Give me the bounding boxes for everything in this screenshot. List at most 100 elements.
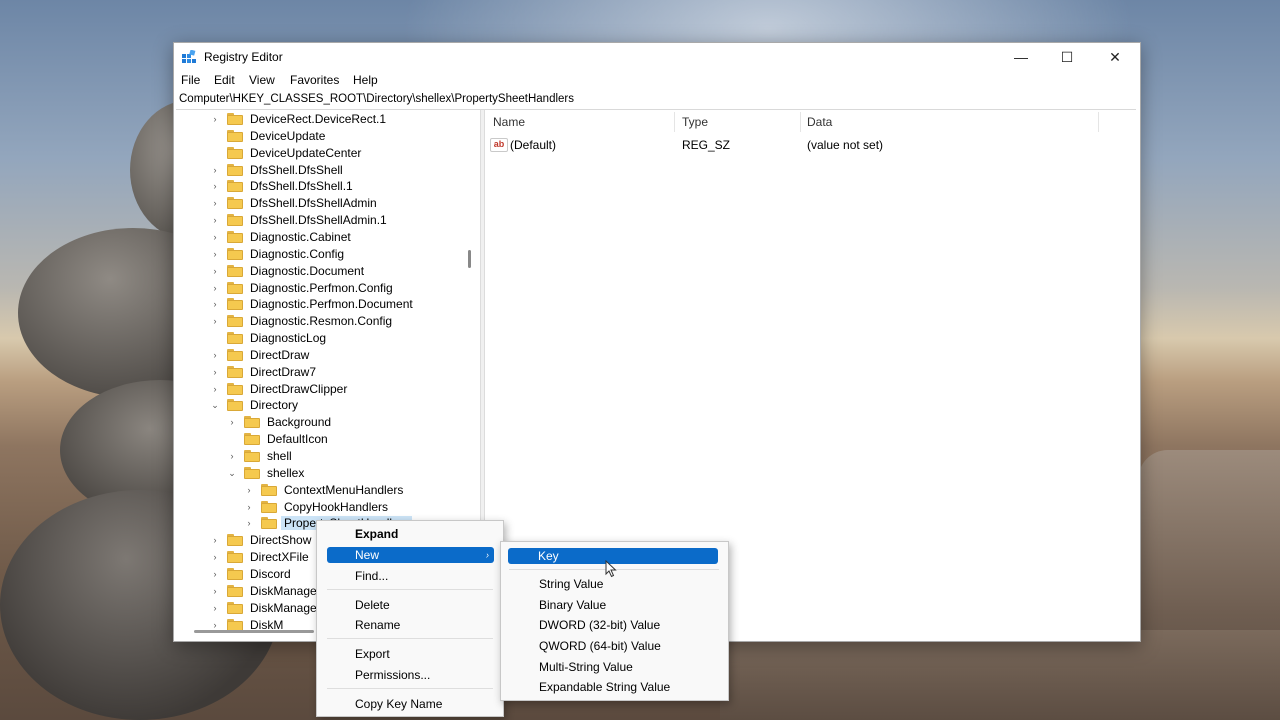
close-button[interactable]: ✕ <box>1092 43 1138 71</box>
tree-item[interactable]: › DirectDraw7 <box>174 364 474 381</box>
chevron-right-icon[interactable]: › <box>210 350 220 360</box>
chevron-right-icon[interactable]: › <box>244 485 254 495</box>
column-header-type[interactable]: Type <box>682 115 708 129</box>
tree-item[interactable]: › DeviceRect.DeviceRect.1 <box>174 111 474 128</box>
address-bar[interactable]: Computer\HKEY_CLASSES_ROOT\Directory\she… <box>176 92 1136 110</box>
chevron-right-icon[interactable]: › <box>210 535 220 545</box>
tree-item[interactable]: DiagnosticLog <box>174 330 474 347</box>
menu-help[interactable]: Help <box>353 73 378 87</box>
tree-item[interactable]: › Background <box>174 414 474 431</box>
column-divider[interactable] <box>674 112 675 132</box>
folder-icon <box>227 601 243 614</box>
folder-icon <box>227 399 243 412</box>
menu-file[interactable]: File <box>181 73 200 87</box>
chevron-right-icon[interactable]: › <box>210 586 220 596</box>
folder-icon <box>227 567 243 580</box>
menu-item-export[interactable]: Export <box>317 646 503 662</box>
tree-item[interactable]: DeviceUpdateCenter <box>174 145 474 162</box>
tree-item[interactable]: › Diagnostic.Perfmon.Document <box>174 296 474 313</box>
tree-item[interactable]: › DirectDraw <box>174 347 474 364</box>
chevron-right-icon[interactable]: › <box>210 215 220 225</box>
chevron-right-icon[interactable]: › <box>210 232 220 242</box>
tree-item[interactable]: › DfsShell.DfsShellAdmin.1 <box>174 212 474 229</box>
tree-item[interactable]: › Diagnostic.Cabinet <box>174 229 474 246</box>
menu-view[interactable]: View <box>249 73 275 87</box>
chevron-right-icon[interactable]: › <box>210 384 220 394</box>
folder-icon <box>227 382 243 395</box>
menu-item-delete[interactable]: Delete <box>317 597 503 613</box>
value-row-default[interactable]: ab (Default) REG_SZ (value not set) <box>486 136 1126 154</box>
tree-horizontal-scrollbar[interactable] <box>194 630 314 633</box>
folder-icon <box>227 163 243 176</box>
chevron-right-icon[interactable]: › <box>210 283 220 293</box>
folder-icon <box>227 298 243 311</box>
tree-item[interactable]: ⌄ Directory <box>174 397 474 414</box>
tree-item[interactable]: › Diagnostic.Config <box>174 246 474 263</box>
folder-icon <box>227 197 243 210</box>
submenu-item-expandable-string-value[interactable]: Expandable String Value <box>501 679 728 695</box>
registry-editor-icon <box>182 50 196 63</box>
context-menu: Expand New › Find... Delete Rename Export… <box>316 520 504 717</box>
submenu-item-binary-value[interactable]: Binary Value <box>501 597 728 613</box>
chevron-right-icon[interactable]: › <box>210 552 220 562</box>
submenu-item-multi-string-value[interactable]: Multi-String Value <box>501 659 728 675</box>
chevron-right-icon[interactable]: › <box>227 451 237 461</box>
chevron-right-icon[interactable]: › <box>210 569 220 579</box>
chevron-right-icon[interactable]: › <box>210 165 220 175</box>
tree-item[interactable]: ⌄ shellex <box>174 465 474 482</box>
tree-item[interactable]: › DfsShell.DfsShell.1 <box>174 178 474 195</box>
chevron-down-icon[interactable]: ⌄ <box>227 468 237 478</box>
tree-item[interactable]: › ContextMenuHandlers <box>174 482 474 499</box>
chevron-right-icon[interactable]: › <box>210 249 220 259</box>
chevron-right-icon[interactable]: › <box>210 367 220 377</box>
folder-icon <box>261 500 277 513</box>
tree-item[interactable]: › Diagnostic.Document <box>174 263 474 280</box>
chevron-right-icon[interactable]: › <box>244 502 254 512</box>
submenu-item-dword-value[interactable]: DWORD (32-bit) Value <box>501 617 728 633</box>
tree-vertical-scrollbar[interactable] <box>468 250 471 268</box>
chevron-right-icon[interactable]: › <box>210 181 220 191</box>
menu-item-rename[interactable]: Rename <box>317 617 503 633</box>
chevron-right-icon[interactable]: › <box>210 266 220 276</box>
tree-item-label: DirectShow <box>250 533 312 548</box>
column-header-name[interactable]: Name <box>493 115 525 129</box>
tree-item[interactable]: › CopyHookHandlers <box>174 499 474 516</box>
chevron-down-icon[interactable]: ⌄ <box>210 400 220 410</box>
menu-item-expand[interactable]: Expand <box>317 526 503 542</box>
chevron-right-icon[interactable]: › <box>210 198 220 208</box>
tree-item[interactable]: › DirectDrawClipper <box>174 381 474 398</box>
tree-item-label: DiagnosticLog <box>250 331 327 346</box>
menu-item-label: QWORD (64-bit) Value <box>539 639 661 653</box>
tree-item[interactable]: › Diagnostic.Perfmon.Config <box>174 280 474 297</box>
tree-item[interactable]: › DfsShell.DfsShellAdmin <box>174 195 474 212</box>
chevron-right-icon[interactable]: › <box>210 114 220 124</box>
tree-item[interactable]: › DfsShell.DfsShell <box>174 162 474 179</box>
menu-item-new[interactable]: New › <box>327 547 494 563</box>
chevron-right-icon[interactable]: › <box>210 299 220 309</box>
menu-item-copy-key-name[interactable]: Copy Key Name <box>317 696 503 712</box>
tree-item[interactable]: › shell <box>174 448 474 465</box>
folder-icon <box>227 146 243 159</box>
tree-item[interactable]: DefaultIcon <box>174 431 474 448</box>
chevron-right-icon[interactable]: › <box>210 316 220 326</box>
address-path: Computer\HKEY_CLASSES_ROOT\Directory\she… <box>179 93 574 105</box>
menu-edit[interactable]: Edit <box>214 73 235 87</box>
minimize-button[interactable]: — <box>998 43 1044 71</box>
menu-item-permissions[interactable]: Permissions... <box>317 667 503 683</box>
column-divider[interactable] <box>1098 112 1099 132</box>
submenu-item-qword-value[interactable]: QWORD (64-bit) Value <box>501 638 728 654</box>
chevron-right-icon[interactable]: › <box>227 417 237 427</box>
menu-favorites[interactable]: Favorites <box>290 73 339 87</box>
chevron-right-icon[interactable]: › <box>244 518 254 528</box>
chevron-right-icon[interactable]: › <box>210 603 220 613</box>
tree-item[interactable]: DeviceUpdate <box>174 128 474 145</box>
tree-item[interactable]: › Diagnostic.Resmon.Config <box>174 313 474 330</box>
window-title: Registry Editor <box>204 50 283 64</box>
column-header-data[interactable]: Data <box>807 115 832 129</box>
menu-item-find[interactable]: Find... <box>317 568 503 584</box>
submenu-item-string-value[interactable]: String Value <box>501 576 728 592</box>
title-bar[interactable]: Registry Editor — ☐ ✕ <box>174 43 1140 71</box>
maximize-button[interactable]: ☐ <box>1044 43 1090 71</box>
column-divider[interactable] <box>800 112 801 132</box>
chevron-right-icon[interactable]: › <box>210 620 220 630</box>
